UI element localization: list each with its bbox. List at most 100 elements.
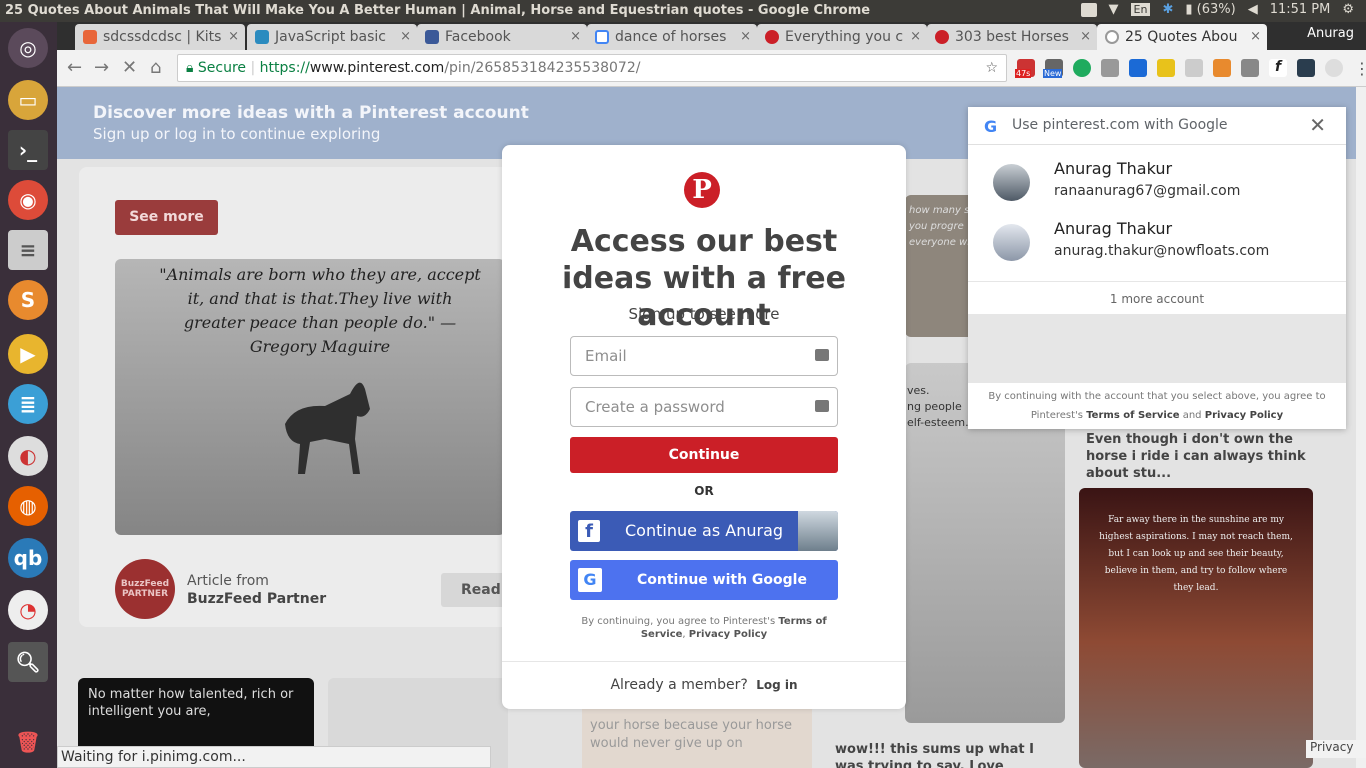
settings-toggle-icon[interactable]: ◐ [8, 436, 48, 476]
text-editor-icon[interactable]: ≡ [8, 230, 48, 270]
tile-fragment: elf-esteem. [907, 416, 969, 429]
close-icon[interactable]: × [910, 24, 921, 50]
profile-name[interactable]: Anurag [1307, 26, 1354, 41]
screen-icon[interactable] [1080, 2, 1097, 17]
grammarly-icon[interactable] [1073, 59, 1091, 77]
login-link[interactable]: Log in [756, 678, 797, 692]
privacy-tag[interactable]: Privacy [1306, 740, 1366, 758]
account-row[interactable]: Anurag Thakur anurag.thakur@nowfloats.co… [968, 211, 1346, 269]
qbittorrent-icon[interactable]: qb [8, 538, 48, 578]
google-button-label: Continue with Google [637, 572, 807, 588]
tab-kits[interactable]: sdcssdcdsc | Kits × [75, 24, 245, 50]
chooser-footer: By continuing with the account that you … [988, 387, 1326, 425]
facebook-avatar [798, 511, 838, 551]
document-viewer-icon[interactable]: ≣ [8, 384, 48, 424]
extension-icon[interactable] [1185, 59, 1203, 77]
facebook-button-label: Continue as Anurag [625, 521, 784, 540]
extension-icon[interactable] [1325, 59, 1343, 77]
media-player-icon[interactable]: ▶ [8, 334, 48, 374]
extension-icon[interactable] [1129, 59, 1147, 77]
pinterest-favicon-icon [765, 30, 779, 44]
pin-caption[interactable]: wow!!! this sums up what I was trying to… [835, 741, 1035, 768]
kits-favicon-icon [83, 30, 97, 44]
bookmark-star-icon[interactable]: ☆ [985, 55, 998, 81]
already-member-row: Already a member? Log in [502, 677, 906, 693]
chrome-icon[interactable]: ◉ [8, 180, 48, 220]
browser-toolbar: ← → ✕ ⌂ 🔒︎ Secure | https://www.pinteres… [57, 50, 1366, 87]
more-accounts-link[interactable]: 1 more account [968, 281, 1346, 315]
see-more-button[interactable]: See more [115, 200, 218, 235]
js-favicon-icon [255, 30, 269, 44]
react-devtools-icon[interactable] [1297, 59, 1315, 77]
chooser-spacer [968, 315, 1346, 383]
tab-label: Everything you c [785, 29, 904, 45]
privacy-link[interactable]: Privacy Policy [689, 629, 767, 640]
email-field[interactable]: Email [570, 336, 838, 376]
stop-loading-icon[interactable]: ✕ [122, 57, 137, 78]
forward-arrow-icon[interactable]: → [94, 57, 109, 78]
account-email: anurag.thakur@nowfloats.com [1054, 243, 1270, 259]
close-icon[interactable]: × [570, 24, 581, 50]
tab-label: 25 Quotes Abou [1125, 29, 1238, 45]
firefox-icon[interactable]: ◍ [8, 486, 48, 526]
quote-image[interactable]: "Animals are born who they are, accept i… [115, 259, 505, 535]
url-host: www.pinterest.com [309, 60, 445, 76]
article-from-label: Article from [187, 573, 269, 589]
article-source-link[interactable]: BuzzFeed Partner [187, 591, 326, 607]
tile-fragment: you progre [909, 221, 964, 232]
terminal-icon[interactable]: ›_ [8, 130, 48, 170]
ubuntu-dash-icon[interactable]: ◎ [8, 28, 48, 68]
password-field[interactable]: Create a password [570, 387, 838, 427]
close-icon[interactable]: ✕ [1309, 113, 1326, 137]
close-icon[interactable]: × [400, 24, 411, 50]
tab-javascript[interactable]: JavaScript basic × [247, 24, 417, 50]
menu-kebab-icon[interactable]: ⋮ [1353, 59, 1366, 78]
sublime-icon[interactable]: S [8, 280, 48, 320]
chooser-tos-link[interactable]: Terms of Service [1086, 410, 1179, 421]
google-continue-button[interactable]: G Continue with Google [570, 560, 838, 600]
extension-icon[interactable] [1241, 59, 1259, 77]
continue-button[interactable]: Continue [570, 437, 838, 473]
tab-303-best-horses[interactable]: 303 best Horses × [927, 24, 1097, 50]
wifi-icon[interactable]: ▼ [1109, 2, 1119, 17]
trash-icon[interactable]: 🗑︎ [8, 722, 48, 762]
extension-icon[interactable]: 47s [1015, 59, 1035, 78]
home-icon[interactable]: ⌂ [150, 57, 161, 78]
extension-icon[interactable] [1157, 59, 1175, 77]
pin-caption[interactable]: Even though i don't own the horse i ride… [1086, 431, 1306, 482]
extension-icon[interactable] [1101, 59, 1119, 77]
chooser-privacy-link[interactable]: Privacy Policy [1205, 410, 1283, 421]
settings-gear-icon[interactable]: ⚙ [1342, 2, 1354, 17]
buzzfeed-avatar[interactable]: BuzzFeed PARTNER [115, 559, 175, 619]
tab-everything-you[interactable]: Everything you c × [757, 24, 927, 50]
pin-tile[interactable]: Far away there in the sunshine are my hi… [1079, 488, 1313, 768]
files-icon[interactable]: ▭ [8, 80, 48, 120]
page-scrollbar[interactable] [1356, 87, 1366, 768]
close-icon[interactable]: × [1250, 24, 1261, 50]
metamask-icon[interactable] [1213, 59, 1231, 77]
back-arrow-icon[interactable]: ← [67, 57, 82, 78]
battery-indicator[interactable]: ▮ (63%) [1185, 2, 1235, 17]
tab-label: Facebook [445, 29, 511, 45]
keyboard-lang-indicator[interactable]: En [1130, 3, 1151, 16]
password-manager-icon[interactable] [815, 400, 829, 412]
chooser-title: Use pinterest.com with Google [1012, 117, 1228, 133]
tab-25-quotes[interactable]: 25 Quotes Abou × [1097, 24, 1267, 50]
tab-dance-of-horses[interactable]: dance of horses × [587, 24, 757, 50]
volume-icon[interactable]: ◀ [1248, 2, 1258, 17]
search-app-icon[interactable]: 🔍︎ [8, 642, 48, 682]
facebook-continue-button[interactable]: f Continue as Anurag [570, 511, 838, 551]
font-finder-icon[interactable]: f [1269, 59, 1287, 77]
extension-icon[interactable]: New [1043, 59, 1063, 78]
pie-app-icon[interactable]: ◔ [8, 590, 48, 630]
banner-subtitle: Sign up or log in to continue exploring [93, 125, 381, 143]
password-manager-icon[interactable] [815, 349, 829, 361]
close-icon[interactable]: × [740, 24, 751, 50]
clock[interactable]: 11:51 PM [1270, 2, 1331, 17]
tab-facebook[interactable]: Facebook × [417, 24, 587, 50]
bluetooth-icon[interactable]: ✱ [1162, 2, 1173, 17]
close-icon[interactable]: × [228, 24, 239, 50]
close-icon[interactable]: × [1080, 24, 1091, 50]
address-bar[interactable]: 🔒︎ Secure | https://www.pinterest.com/pi… [177, 54, 1007, 82]
account-row[interactable]: Anurag Thakur ranaanurag67@gmail.com [968, 151, 1346, 209]
